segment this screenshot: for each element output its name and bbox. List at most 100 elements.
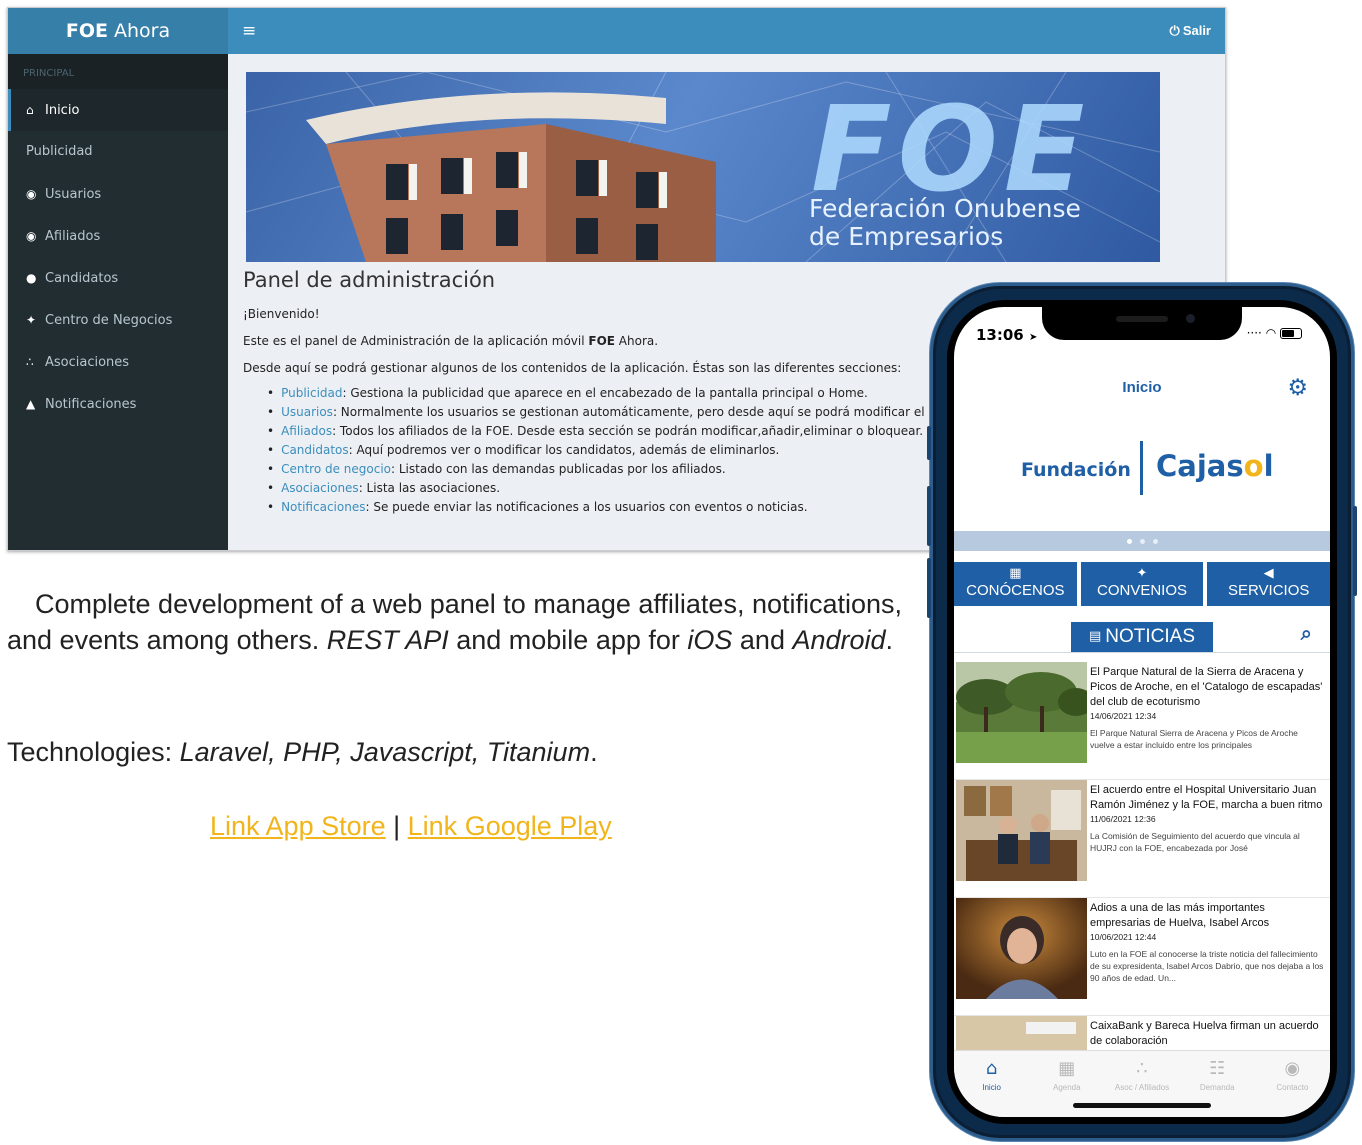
- sidebar-item-label: Notificaciones: [45, 397, 137, 412]
- section-link-centro-negocio[interactable]: Centro de negocio: [281, 462, 391, 476]
- news-item[interactable]: Adios a una de las más importantes empre…: [954, 898, 1330, 1016]
- home-icon: ⌂: [26, 103, 34, 117]
- status-bar-time: 13:06 ➤: [976, 326, 1037, 344]
- tech-period: .: [590, 737, 598, 767]
- carousel-dot[interactable]: [1139, 539, 1145, 544]
- sidebar-item-label: Publicidad: [26, 144, 93, 159]
- app-store-link[interactable]: Link App Store: [210, 811, 386, 841]
- tech-label: Technologies:: [7, 737, 180, 767]
- iphone-mockup: 13:06 ➤ ···· ◠ Inicio ⚙ Fundación Cajaso…: [927, 283, 1357, 1141]
- intro-bold: FOE: [588, 334, 615, 348]
- sidebar-item-candidatos[interactable]: ● Candidatos: [8, 257, 228, 299]
- bell-icon: ▲: [26, 397, 36, 411]
- sidebar-item-asociaciones[interactable]: ∴ Asociaciones: [8, 341, 228, 383]
- section-link-asociaciones[interactable]: Asociaciones: [281, 481, 359, 495]
- menu-toggle-icon[interactable]: ≡: [242, 21, 256, 41]
- section-link-notificaciones[interactable]: Notificaciones: [281, 500, 365, 514]
- tab-label: Contacto: [1276, 1083, 1309, 1092]
- sidebar-item-centro-negocios[interactable]: ✦ Centro de Negocios: [8, 299, 228, 341]
- app-brand[interactable]: FOE Ahora: [8, 8, 228, 54]
- location-icon: ➤: [1028, 332, 1038, 343]
- section-desc: : Normalmente los usuarios se gestionan …: [332, 405, 989, 419]
- section-desc: : Todos los afiliados de la FOE. Desde e…: [332, 424, 924, 438]
- settings-gear-icon[interactable]: ⚙: [1287, 375, 1308, 401]
- tab-label: Demanda: [1199, 1083, 1235, 1092]
- desc-ios: iOS: [687, 625, 733, 655]
- tab-label: Agenda: [1053, 1083, 1081, 1092]
- section-desc: : Aquí podremos ver o modificar los cand…: [348, 443, 780, 457]
- tab-noticias[interactable]: ▤ NOTICIAS: [1071, 622, 1213, 652]
- news-item[interactable]: El acuerdo entre el Hospital Universitar…: [954, 780, 1330, 898]
- sponsor-banner[interactable]: Fundación Cajasol: [954, 437, 1330, 517]
- sidebar-item-notificaciones[interactable]: ▲ Notificaciones: [8, 383, 228, 425]
- news-item[interactable]: El Parque Natural de la Sierra de Aracen…: [954, 662, 1330, 780]
- sidebar-item-publicidad[interactable]: Publicidad: [8, 131, 228, 173]
- desc-android: Android: [792, 625, 886, 655]
- section-link-publicidad[interactable]: Publicidad: [281, 386, 342, 400]
- chat-icon: ☷: [1209, 1058, 1226, 1079]
- tile-conocenos[interactable]: ▦ CONÓCENOS: [954, 562, 1077, 606]
- news-title: El Parque Natural de la Sierra de Aracen…: [1090, 666, 1323, 708]
- header-banner: FOE Federación Onubense de Empresarios: [246, 72, 1160, 262]
- tile-convenios[interactable]: ✦ CONVENIOS: [1080, 562, 1204, 606]
- users-icon: ∴: [1136, 1058, 1148, 1079]
- brand-bold: FOE: [65, 20, 108, 42]
- speaker-grill: [1116, 316, 1168, 322]
- phone-screen: 13:06 ➤ ···· ◠ Inicio ⚙ Fundación Cajaso…: [954, 307, 1330, 1117]
- front-camera: [1186, 314, 1195, 323]
- carousel-dot[interactable]: [1152, 539, 1158, 544]
- sidebar-item-inicio[interactable]: ⌂ Inicio: [8, 89, 228, 131]
- intro-pre: Este es el panel de Administración de la…: [243, 334, 589, 348]
- news-date: 14/06/2021 12:34: [1090, 711, 1157, 721]
- tab-label: Asoc / Afiliados: [1114, 1083, 1170, 1092]
- news-text: El Parque Natural de la Sierra de Aracen…: [1090, 665, 1324, 751]
- tab-inicio[interactable]: ⌂ Inicio: [954, 1051, 1029, 1117]
- carousel-indicator: [954, 531, 1330, 551]
- section-link-usuarios[interactable]: Usuarios: [281, 405, 333, 419]
- sidebar-item-usuarios[interactable]: ◉ Usuarios: [8, 173, 228, 215]
- news-title: El acuerdo entre el Hospital Universitar…: [1090, 784, 1323, 811]
- section-link-candidatos[interactable]: Candidatos: [281, 443, 349, 457]
- sponsor-fundacion: Fundación: [1021, 459, 1131, 481]
- news-text: El acuerdo entre el Hospital Universitar…: [1090, 783, 1324, 854]
- section-desc: : Lista las asociaciones.: [358, 481, 501, 495]
- calendar-icon: ▦: [1058, 1058, 1076, 1079]
- store-links: Link App Store | Link Google Play: [210, 811, 612, 842]
- notch: [1042, 307, 1242, 340]
- volume-up-button: [927, 486, 931, 546]
- sidebar-header: PRINCIPAL: [8, 54, 228, 89]
- search-icon[interactable]: ⌕: [1301, 621, 1312, 645]
- news-summary: El Parque Natural Sierra de Aracena y Pi…: [1090, 728, 1298, 750]
- banner-line-2: de Empresarios: [809, 222, 1004, 251]
- technologies-line: Technologies: Laravel, PHP, Javascript, …: [7, 737, 598, 768]
- section-link-afiliados[interactable]: Afiliados: [281, 424, 332, 438]
- sidebar-item-afiliados[interactable]: ◉ Afiliados: [8, 215, 228, 257]
- building-icon: ▦: [1009, 566, 1022, 581]
- sidebar: PRINCIPAL ⌂ Inicio Publicidad ◉ Usuarios ◉…: [8, 54, 228, 550]
- news-summary: Luto en la FOE al conocerse la triste no…: [1090, 949, 1324, 983]
- home-indicator[interactable]: [1073, 1103, 1211, 1108]
- user-icon: ◉: [26, 187, 37, 201]
- tab-contacto[interactable]: ◉ Contacto: [1255, 1051, 1330, 1117]
- tech-list: Laravel, PHP, Javascript, Titanium: [179, 737, 591, 767]
- volume-down-button: [927, 558, 931, 618]
- desc-text-mid: and mobile app for: [448, 625, 688, 655]
- google-play-link[interactable]: Link Google Play: [408, 811, 612, 841]
- news-text: CaixaBank y Bareca Huelva firman un acue…: [1090, 1019, 1324, 1049]
- section-desc: : Listado con las demandas publicadas po…: [391, 462, 726, 476]
- section-tiles: ▦ CONÓCENOS ✦ CONVENIOS ◀ SERVICIOS: [954, 562, 1330, 606]
- tile-servicios[interactable]: ◀ SERVICIOS: [1207, 562, 1330, 606]
- logout-button[interactable]: ⏻ Salir: [1170, 23, 1211, 39]
- signal-icon: ····: [1246, 326, 1262, 340]
- tab-label: NOTICIAS: [1105, 626, 1196, 647]
- carousel-dot[interactable]: [1126, 539, 1132, 544]
- news-title: Adios a una de las más importantes empre…: [1090, 902, 1270, 929]
- news-thumbnail-forest: [956, 662, 1087, 763]
- sidebar-item-label: Candidatos: [45, 271, 119, 286]
- news-list: El Parque Natural de la Sierra de Aracen…: [954, 662, 1330, 1117]
- cajasol-b: l: [1263, 449, 1274, 483]
- link-separator: |: [385, 811, 408, 841]
- sidebar-item-label: Centro de Negocios: [45, 313, 173, 328]
- sidebar-item-label: Asociaciones: [45, 355, 130, 370]
- handshake-icon: ✦: [26, 313, 37, 327]
